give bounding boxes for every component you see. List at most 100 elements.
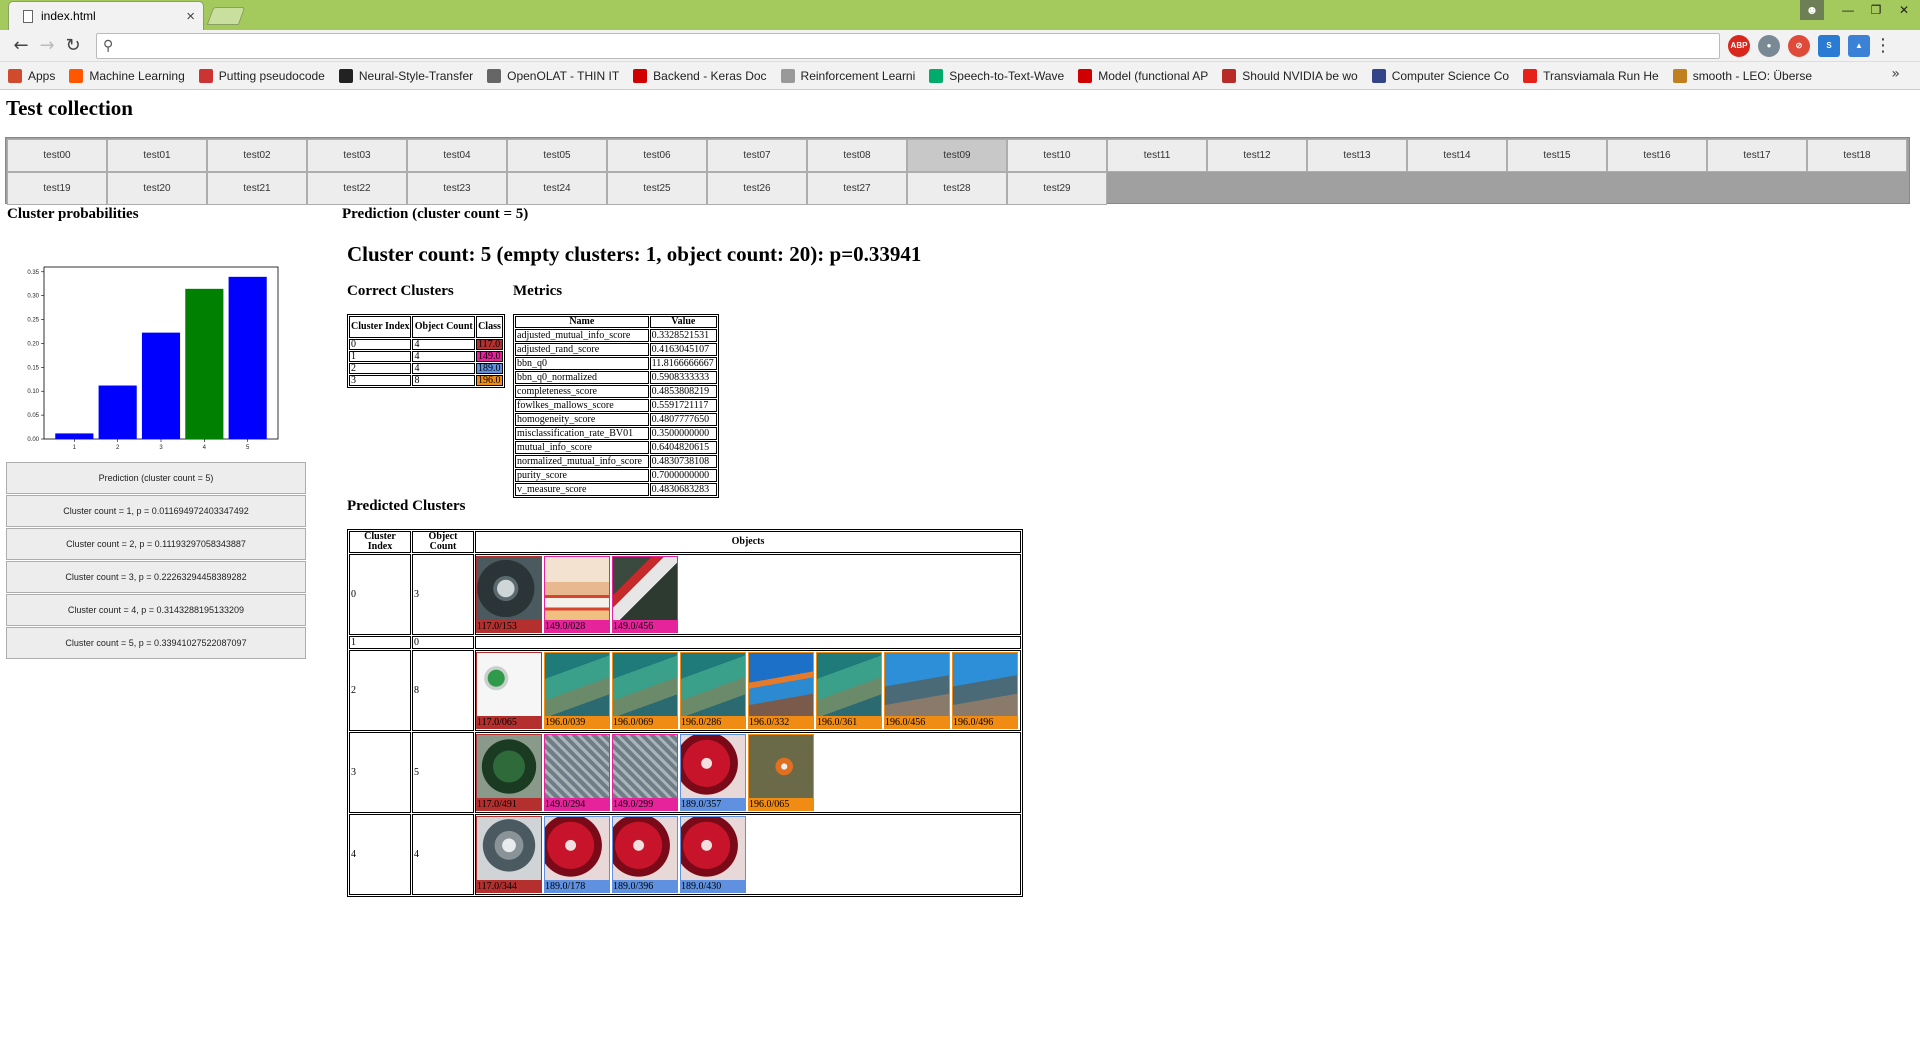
test-button-test25[interactable]: test25 bbox=[607, 172, 707, 205]
object-thumbnail[interactable]: 149.0/028 bbox=[544, 556, 610, 633]
bookmark-item[interactable]: smooth - LEO: Überse bbox=[1672, 68, 1812, 83]
bookmark-item[interactable]: Reinforcement Learni bbox=[780, 68, 915, 83]
test-button-test28[interactable]: test28 bbox=[907, 172, 1007, 205]
object-thumbnail[interactable]: 189.0/357 bbox=[680, 734, 746, 811]
test-button-test29[interactable]: test29 bbox=[1007, 172, 1107, 205]
profile-icon[interactable]: ☻ bbox=[1800, 0, 1824, 20]
test-button-test01[interactable]: test01 bbox=[107, 139, 207, 172]
bookmark-item[interactable]: Neural-Style-Transfer bbox=[338, 68, 473, 83]
test-button-test21[interactable]: test21 bbox=[207, 172, 307, 205]
leo-icon bbox=[1672, 68, 1687, 83]
object-thumbnail[interactable]: 196.0/065 bbox=[748, 734, 814, 811]
column-header: Name bbox=[515, 316, 649, 328]
test-button-test20[interactable]: test20 bbox=[107, 172, 207, 205]
prediction-button[interactable]: Cluster count = 5, p = 0.339410275220870… bbox=[6, 627, 306, 659]
test-button-test06[interactable]: test06 bbox=[607, 139, 707, 172]
bookmark-item[interactable]: Putting pseudocode bbox=[198, 68, 325, 83]
object-thumbnail[interactable]: 149.0/294 bbox=[544, 734, 610, 811]
column-header: Cluster Index bbox=[349, 531, 411, 553]
test-button-test00[interactable]: test00 bbox=[7, 139, 107, 172]
bookmark-item[interactable]: Model (functional AP bbox=[1078, 68, 1209, 83]
test-button-test12[interactable]: test12 bbox=[1207, 139, 1307, 172]
bookmark-item[interactable]: Machine Learning bbox=[69, 68, 185, 83]
test-button-test03[interactable]: test03 bbox=[307, 139, 407, 172]
bookmark-label: OpenOLAT - THIN IT bbox=[507, 68, 620, 83]
object-thumbnail[interactable]: 196.0/069 bbox=[612, 652, 678, 729]
test-button-test04[interactable]: test04 bbox=[407, 139, 507, 172]
bookmark-item[interactable]: Computer Science Co bbox=[1371, 68, 1509, 83]
bookmark-item[interactable]: Apps bbox=[8, 68, 55, 83]
test-button-test07[interactable]: test07 bbox=[707, 139, 807, 172]
test-button-test23[interactable]: test23 bbox=[407, 172, 507, 205]
new-tab-button[interactable] bbox=[206, 7, 246, 25]
test-button-test26[interactable]: test26 bbox=[707, 172, 807, 205]
bookmark-label: Model (functional AP bbox=[1098, 68, 1209, 83]
skype-icon[interactable]: S bbox=[1818, 34, 1840, 57]
address-bar[interactable]: ⚲ bbox=[96, 32, 1720, 59]
prediction-button[interactable]: Cluster count = 3, p = 0.222632944583892… bbox=[6, 561, 306, 593]
prediction-button[interactable]: Cluster count = 4, p = 0.314328819513320… bbox=[6, 594, 306, 626]
bookmark-item[interactable]: OpenOLAT - THIN IT bbox=[487, 68, 620, 83]
shield-extension-icon[interactable]: ▲ bbox=[1848, 34, 1870, 57]
test-button-test27[interactable]: test27 bbox=[807, 172, 907, 205]
test-button-test19[interactable]: test19 bbox=[7, 172, 107, 205]
object-thumbnail[interactable]: 189.0/178 bbox=[544, 816, 610, 893]
object-thumbnail[interactable]: 196.0/496 bbox=[952, 652, 1018, 729]
object-thumbnail[interactable]: 189.0/396 bbox=[612, 816, 678, 893]
restore-icon[interactable]: ❐ bbox=[1862, 0, 1890, 20]
prediction-button[interactable]: Cluster count = 1, p = 0.011694972403347… bbox=[6, 495, 306, 527]
back-icon[interactable]: ← bbox=[8, 35, 34, 56]
correct-clusters-heading: Correct Clusters bbox=[347, 283, 454, 299]
object-thumbnail[interactable]: 117.0/065 bbox=[476, 652, 542, 729]
object-thumbnail[interactable]: 149.0/456 bbox=[612, 556, 678, 633]
test-button-test16[interactable]: test16 bbox=[1607, 139, 1707, 172]
github-icon bbox=[338, 68, 353, 83]
test-button-test18[interactable]: test18 bbox=[1807, 139, 1907, 172]
bookmark-item[interactable]: Backend - Keras Doc bbox=[633, 68, 767, 83]
bookmark-item[interactable]: Speech-to-Text-Wave bbox=[929, 68, 1064, 83]
table-row: fowlkes_mallows_score 0.5591721117 bbox=[515, 399, 717, 412]
bookmarks-overflow-icon[interactable]: » bbox=[1891, 66, 1900, 82]
test-button-test24[interactable]: test24 bbox=[507, 172, 607, 205]
test-button-test11[interactable]: test11 bbox=[1107, 139, 1207, 172]
bookmark-item[interactable]: Transviamala Run He bbox=[1523, 68, 1659, 83]
object-thumbnail[interactable]: 196.0/456 bbox=[884, 652, 950, 729]
object-thumbnail[interactable]: 117.0/153 bbox=[476, 556, 542, 633]
reload-icon[interactable]: ↻ bbox=[60, 35, 86, 56]
minimize-icon[interactable]: — bbox=[1834, 0, 1862, 20]
object-thumbnail[interactable]: 196.0/039 bbox=[544, 652, 610, 729]
object-thumbnail[interactable]: 117.0/491 bbox=[476, 734, 542, 811]
object-list bbox=[476, 642, 1020, 644]
object-thumbnail[interactable]: 149.0/299 bbox=[612, 734, 678, 811]
test-button-test09[interactable]: test09 bbox=[907, 139, 1007, 172]
object-thumbnail[interactable]: 196.0/361 bbox=[816, 652, 882, 729]
object-thumbnail[interactable]: 196.0/332 bbox=[748, 652, 814, 729]
object-thumbnail[interactable]: 196.0/286 bbox=[680, 652, 746, 729]
forward-icon[interactable]: → bbox=[34, 35, 60, 56]
test-button-test17[interactable]: test17 bbox=[1707, 139, 1807, 172]
object-thumbnail[interactable]: 117.0/344 bbox=[476, 816, 542, 893]
close-window-icon[interactable]: ✕ bbox=[1890, 0, 1918, 20]
openolat-icon bbox=[487, 68, 502, 83]
stop-extension-icon[interactable]: ⊘ bbox=[1788, 34, 1810, 57]
bookmark-item[interactable]: Should NVIDIA be wo bbox=[1222, 68, 1358, 83]
test-button-test13[interactable]: test13 bbox=[1307, 139, 1407, 172]
test-button-test02[interactable]: test02 bbox=[207, 139, 307, 172]
test-button-test14[interactable]: test14 bbox=[1407, 139, 1507, 172]
tab-close-icon[interactable]: × bbox=[186, 8, 195, 25]
table-row: purity_score 0.7000000000 bbox=[515, 469, 717, 482]
test-button-test15[interactable]: test15 bbox=[1507, 139, 1607, 172]
menu-icon[interactable]: ⋮ bbox=[1870, 35, 1896, 56]
coral-image bbox=[544, 652, 610, 717]
object-thumbnail[interactable]: 189.0/430 bbox=[680, 816, 746, 893]
test-button-test22[interactable]: test22 bbox=[307, 172, 407, 205]
test-button-test05[interactable]: test05 bbox=[507, 139, 607, 172]
prediction-button[interactable]: Cluster count = 2, p = 0.111932970583438… bbox=[6, 528, 306, 560]
keras-icon bbox=[1078, 68, 1093, 83]
prediction-button[interactable]: Prediction (cluster count = 5) bbox=[6, 462, 306, 494]
test-button-test08[interactable]: test08 bbox=[807, 139, 907, 172]
extension-icon[interactable]: ● bbox=[1758, 34, 1780, 57]
test-button-test10[interactable]: test10 bbox=[1007, 139, 1107, 172]
browser-tab[interactable]: index.html × bbox=[8, 1, 204, 30]
adblock-icon[interactable]: ABP bbox=[1728, 34, 1750, 57]
